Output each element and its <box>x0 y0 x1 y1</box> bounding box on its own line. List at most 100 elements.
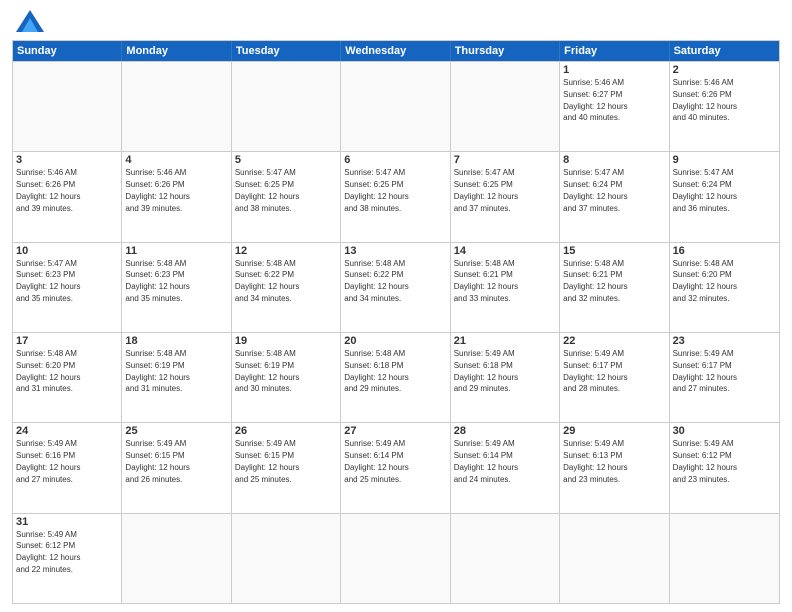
sun-info: Sunrise: 5:48 AM Sunset: 6:19 PM Dayligh… <box>125 349 189 393</box>
header-friday: Friday <box>560 41 669 61</box>
sun-info: Sunrise: 5:47 AM Sunset: 6:25 PM Dayligh… <box>454 168 518 212</box>
day-number: 5 <box>235 154 337 166</box>
sun-info: Sunrise: 5:49 AM Sunset: 6:17 PM Dayligh… <box>563 349 627 393</box>
header-wednesday: Wednesday <box>341 41 450 61</box>
table-row: 30 Sunrise: 5:49 AM Sunset: 6:12 PM Dayli… <box>670 423 779 512</box>
day-number: 8 <box>563 154 665 166</box>
sun-info: Sunrise: 5:48 AM Sunset: 6:18 PM Dayligh… <box>344 349 408 393</box>
table-row: 10Sunrise: 5:47 AM Sunset: 6:23 PM Dayli… <box>13 243 122 332</box>
sun-info: Sunrise: 5:49 AM Sunset: 6:16 PM Dayligh… <box>16 439 80 483</box>
day-number: 18 <box>125 335 227 347</box>
table-row: 19 Sunrise: 5:48 AM Sunset: 6:19 PM Dayli… <box>232 333 341 422</box>
day-number: 6 <box>344 154 446 166</box>
day-number: 17 <box>16 335 118 347</box>
sun-info: Sunrise: 5:46 AM Sunset: 6:26 PM Dayligh… <box>673 78 737 122</box>
day-number: 9 <box>673 154 776 166</box>
day-number: 26 <box>235 425 337 437</box>
table-row <box>122 514 231 603</box>
table-row: 1 Sunrise: 5:46 AM Sunset: 6:27 PM Daylig… <box>560 62 669 151</box>
table-row <box>451 62 560 151</box>
table-row: 15Sunrise: 5:48 AM Sunset: 6:21 PM Dayli… <box>560 243 669 332</box>
sun-info: Sunrise: 5:48 AM Sunset: 6:20 PM Dayligh… <box>673 259 737 303</box>
header-saturday: Saturday <box>670 41 779 61</box>
header-tuesday: Tuesday <box>232 41 341 61</box>
sun-info: Sunrise: 5:48 AM Sunset: 6:22 PM Dayligh… <box>344 259 408 303</box>
sun-info: Sunrise: 5:49 AM Sunset: 6:14 PM Dayligh… <box>454 439 518 483</box>
day-number: 16 <box>673 245 776 257</box>
day-number: 21 <box>454 335 556 347</box>
day-number: 4 <box>125 154 227 166</box>
calendar-row-5: 31Sunrise: 5:49 AM Sunset: 6:12 PM Dayli… <box>13 513 779 603</box>
table-row: 12 Sunrise: 5:48 AM Sunset: 6:22 PM Dayli… <box>232 243 341 332</box>
logo-icon <box>16 10 44 32</box>
calendar-row-0: 1 Sunrise: 5:46 AM Sunset: 6:27 PM Daylig… <box>13 61 779 151</box>
table-row: 7 Sunrise: 5:47 AM Sunset: 6:25 PM Daylig… <box>451 152 560 241</box>
day-number: 1 <box>563 64 665 76</box>
table-row: 2 Sunrise: 5:46 AM Sunset: 6:26 PM Daylig… <box>670 62 779 151</box>
header-monday: Monday <box>122 41 231 61</box>
calendar-row-4: 24 Sunrise: 5:49 AM Sunset: 6:16 PM Dayli… <box>13 422 779 512</box>
table-row: 8 Sunrise: 5:47 AM Sunset: 6:24 PM Daylig… <box>560 152 669 241</box>
table-row <box>122 62 231 151</box>
table-row <box>341 514 450 603</box>
table-row: 18 Sunrise: 5:48 AM Sunset: 6:19 PM Dayli… <box>122 333 231 422</box>
day-number: 22 <box>563 335 665 347</box>
sun-info: Sunrise: 5:49 AM Sunset: 6:12 PM Dayligh… <box>673 439 737 483</box>
day-number: 29 <box>563 425 665 437</box>
table-row: 9 Sunrise: 5:47 AM Sunset: 6:24 PM Daylig… <box>670 152 779 241</box>
table-row: 20Sunrise: 5:48 AM Sunset: 6:18 PM Dayli… <box>341 333 450 422</box>
logo-area <box>12 10 46 32</box>
table-row <box>13 62 122 151</box>
table-row <box>232 62 341 151</box>
sun-info: Sunrise: 5:48 AM Sunset: 6:20 PM Dayligh… <box>16 349 80 393</box>
sun-info: Sunrise: 5:46 AM Sunset: 6:26 PM Dayligh… <box>16 168 80 212</box>
day-number: 19 <box>235 335 337 347</box>
table-row: 11Sunrise: 5:48 AM Sunset: 6:23 PM Dayli… <box>122 243 231 332</box>
day-number: 13 <box>344 245 446 257</box>
header <box>12 10 780 32</box>
table-row: 14 Sunrise: 5:48 AM Sunset: 6:21 PM Dayli… <box>451 243 560 332</box>
table-row: 16 Sunrise: 5:48 AM Sunset: 6:20 PM Dayli… <box>670 243 779 332</box>
table-row: 3Sunrise: 5:46 AM Sunset: 6:26 PM Daylig… <box>13 152 122 241</box>
calendar: Sunday Monday Tuesday Wednesday Thursday… <box>12 40 780 604</box>
table-row: 25 Sunrise: 5:49 AM Sunset: 6:15 PM Dayli… <box>122 423 231 512</box>
table-row: 23Sunrise: 5:49 AM Sunset: 6:17 PM Dayli… <box>670 333 779 422</box>
sun-info: Sunrise: 5:48 AM Sunset: 6:23 PM Dayligh… <box>125 259 189 303</box>
table-row <box>451 514 560 603</box>
table-row: 28 Sunrise: 5:49 AM Sunset: 6:14 PM Dayli… <box>451 423 560 512</box>
table-row: 31Sunrise: 5:49 AM Sunset: 6:12 PM Dayli… <box>13 514 122 603</box>
sun-info: Sunrise: 5:49 AM Sunset: 6:18 PM Dayligh… <box>454 349 518 393</box>
sun-info: Sunrise: 5:48 AM Sunset: 6:22 PM Dayligh… <box>235 259 299 303</box>
day-number: 28 <box>454 425 556 437</box>
table-row: 21 Sunrise: 5:49 AM Sunset: 6:18 PM Dayli… <box>451 333 560 422</box>
sun-info: Sunrise: 5:49 AM Sunset: 6:17 PM Dayligh… <box>673 349 737 393</box>
sun-info: Sunrise: 5:49 AM Sunset: 6:15 PM Dayligh… <box>125 439 189 483</box>
table-row: 22 Sunrise: 5:49 AM Sunset: 6:17 PM Dayli… <box>560 333 669 422</box>
calendar-row-3: 17 Sunrise: 5:48 AM Sunset: 6:20 PM Dayli… <box>13 332 779 422</box>
table-row: 29 Sunrise: 5:49 AM Sunset: 6:13 PM Dayli… <box>560 423 669 512</box>
header-sunday: Sunday <box>13 41 122 61</box>
day-number: 2 <box>673 64 776 76</box>
day-number: 12 <box>235 245 337 257</box>
sun-info: Sunrise: 5:47 AM Sunset: 6:24 PM Dayligh… <box>563 168 627 212</box>
day-number: 7 <box>454 154 556 166</box>
table-row <box>341 62 450 151</box>
sun-info: Sunrise: 5:48 AM Sunset: 6:21 PM Dayligh… <box>454 259 518 303</box>
day-number: 25 <box>125 425 227 437</box>
day-number: 10 <box>16 245 118 257</box>
table-row: 17 Sunrise: 5:48 AM Sunset: 6:20 PM Dayli… <box>13 333 122 422</box>
sun-info: Sunrise: 5:47 AM Sunset: 6:24 PM Dayligh… <box>673 168 737 212</box>
table-row: 6Sunrise: 5:47 AM Sunset: 6:25 PM Daylig… <box>341 152 450 241</box>
sun-info: Sunrise: 5:46 AM Sunset: 6:27 PM Dayligh… <box>563 78 627 122</box>
day-number: 14 <box>454 245 556 257</box>
sun-info: Sunrise: 5:48 AM Sunset: 6:19 PM Dayligh… <box>235 349 299 393</box>
sun-info: Sunrise: 5:46 AM Sunset: 6:26 PM Dayligh… <box>125 168 189 212</box>
calendar-row-2: 10Sunrise: 5:47 AM Sunset: 6:23 PM Dayli… <box>13 242 779 332</box>
sun-info: Sunrise: 5:47 AM Sunset: 6:25 PM Dayligh… <box>235 168 299 212</box>
day-number: 27 <box>344 425 446 437</box>
day-number: 30 <box>673 425 776 437</box>
sun-info: Sunrise: 5:49 AM Sunset: 6:13 PM Dayligh… <box>563 439 627 483</box>
header-thursday: Thursday <box>451 41 560 61</box>
sun-info: Sunrise: 5:49 AM Sunset: 6:12 PM Dayligh… <box>16 530 80 574</box>
day-number: 24 <box>16 425 118 437</box>
